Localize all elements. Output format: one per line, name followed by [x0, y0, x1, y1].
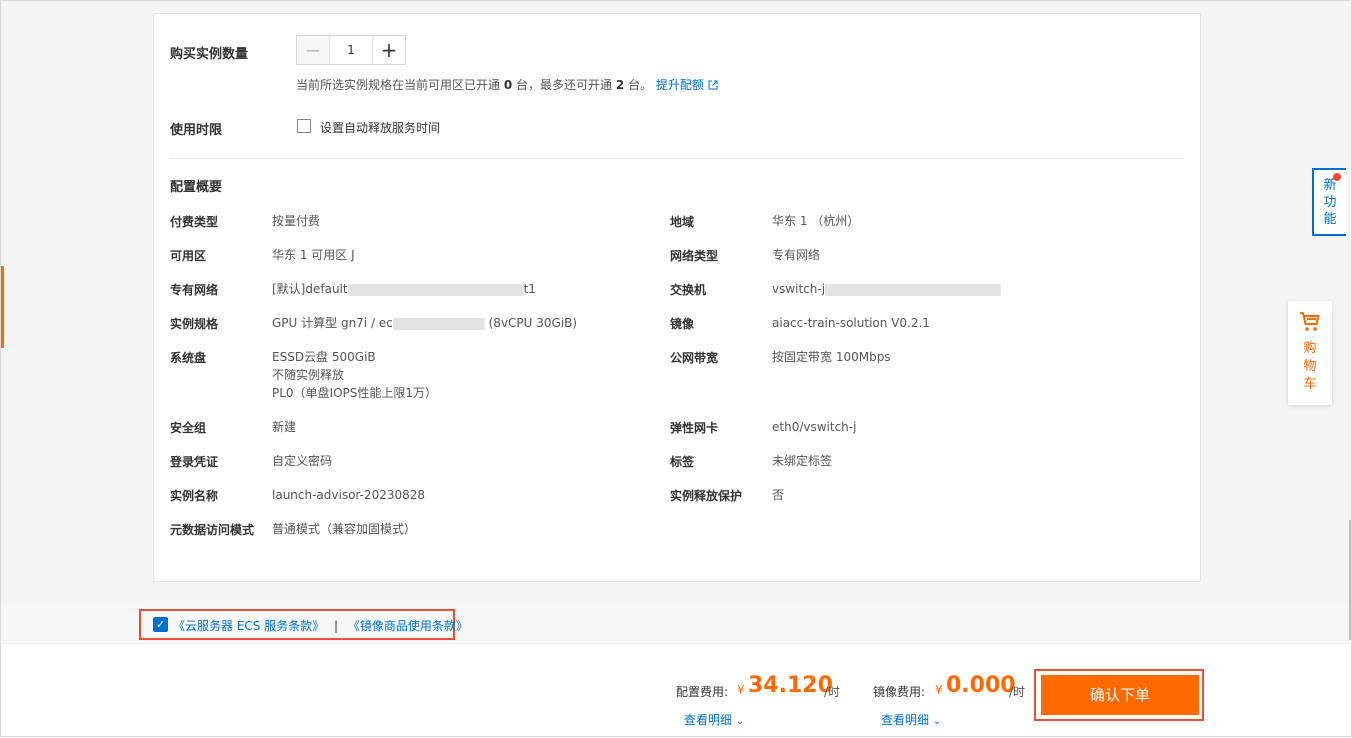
summary-key: 地域	[670, 215, 695, 229]
left-accent-bar	[0, 266, 4, 348]
redacted-block	[392, 317, 485, 330]
summary-value: 按量付费	[272, 214, 321, 228]
terms-checkbox[interactable]: ✓	[153, 617, 168, 632]
summary-key: 安全组	[170, 421, 207, 435]
raise-quota-link[interactable]: 提升配额	[656, 78, 704, 92]
summary-value: 华东 1 可用区 J	[272, 248, 355, 262]
vpc-value: [默认]default t1	[272, 282, 536, 296]
summary-key: 付费类型	[170, 215, 219, 229]
confirm-order-button[interactable]: 确认下单	[1041, 675, 1199, 715]
system-disk-value: ESSD云盘 500GiB 不随实例释放 PL0（单盘IOPS性能上限1万）	[272, 350, 438, 400]
summary-value: 否	[772, 488, 785, 502]
summary-key: 实例释放保护	[670, 489, 743, 503]
redacted-block	[347, 283, 524, 296]
summary-key: 公网带宽	[670, 351, 719, 365]
quota-note: 当前所选实例规格在当前可用区已开通 0 台，最多还可开通 2 台。 提升配额	[296, 76, 718, 93]
summary-value: 自定义密码	[272, 454, 333, 468]
summary-value: eth0/vswitch-j	[772, 420, 857, 434]
summary-key: 系统盘	[170, 351, 207, 365]
divider	[170, 158, 1184, 159]
image-fee-unit: /时	[1009, 685, 1026, 699]
scrollbar[interactable]	[1349, 520, 1351, 640]
summary-key: 实例规格	[170, 317, 219, 331]
summary-key: 交换机	[670, 283, 707, 297]
terms-separator: |	[334, 619, 339, 633]
vswitch-value: vswitch-j	[772, 280, 1002, 298]
image-fee-label: 镜像费用:	[873, 685, 926, 699]
summary-key: 实例名称	[170, 489, 219, 503]
cart-icon	[1300, 312, 1320, 331]
auto-release-checkbox[interactable]	[297, 119, 311, 133]
config-fee-label: 配置费用:	[676, 685, 729, 699]
chevron-down-icon: ⌄	[932, 716, 942, 727]
config-card: 购买实例数量 − 1 + 当前所选实例规格在当前可用区已开通 0 台，最多还可开…	[153, 13, 1201, 582]
summary-key: 专有网络	[170, 283, 219, 297]
summary-title: 配置概要	[170, 180, 223, 195]
instance-spec-value: GPU 计算型 gn7i / ec (8vCPU 30GiB)	[272, 316, 578, 330]
ecs-terms-link[interactable]: 《云服务器 ECS 服务条款》	[173, 619, 324, 633]
summary-key: 网络类型	[670, 249, 719, 263]
decrease-button[interactable]: −	[297, 36, 330, 64]
auto-release-text[interactable]: 设置自动释放服务时间	[320, 119, 440, 136]
new-feature-tab[interactable]: 新 功 能	[1312, 168, 1346, 236]
summary-key: 可用区	[170, 249, 207, 263]
summary-value: 新建	[272, 420, 297, 434]
summary-value: 按固定带宽 100Mbps	[772, 350, 891, 364]
redacted-block	[825, 283, 1002, 296]
cart-label: 购 物 车	[1303, 341, 1317, 392]
summary-key: 标签	[670, 455, 695, 469]
summary-value: 专有网络	[772, 248, 821, 262]
notification-dot	[1333, 173, 1341, 181]
summary-value: 未绑定标签	[772, 454, 833, 468]
image-fee-currency: ¥	[935, 683, 943, 697]
summary-value: launch-advisor-20230828	[272, 488, 426, 502]
image-terms-link[interactable]: 《镜像商品使用条款》	[348, 619, 468, 633]
quantity-value[interactable]: 1	[330, 36, 372, 64]
summary-value: aiacc-train-solution V0.2.1	[772, 316, 930, 330]
image-fee-amount: 0.000	[946, 673, 1016, 698]
summary-value: 华东 1 （杭州）	[772, 214, 860, 228]
summary-key: 登录凭证	[170, 455, 219, 469]
summary-key: 镜像	[670, 317, 695, 331]
config-fee-amount: 34.120	[748, 673, 833, 698]
summary-key: 弹性网卡	[670, 421, 719, 435]
terms-text: 《云服务器 ECS 服务条款》 | 《镜像商品使用条款》	[173, 617, 468, 634]
external-link-icon[interactable]	[708, 80, 718, 90]
summary-key: 元数据访问模式	[170, 523, 255, 537]
increase-button[interactable]: +	[372, 36, 405, 64]
config-fee-detail-link[interactable]: 查看明细 ⌄	[684, 711, 744, 728]
summary-value: 普通模式（兼容加固模式）	[272, 522, 417, 536]
image-fee-detail-link[interactable]: 查看明细 ⌄	[881, 711, 941, 728]
shopping-cart-tab[interactable]: 购 物 车	[1288, 301, 1332, 405]
quantity-stepper[interactable]: − 1 +	[296, 35, 406, 65]
release-label: 使用时限	[170, 123, 223, 138]
quantity-label: 购买实例数量	[170, 47, 249, 62]
config-fee-currency: ¥	[737, 683, 745, 697]
config-fee-unit: /时	[824, 685, 841, 699]
chevron-down-icon: ⌄	[735, 716, 745, 727]
